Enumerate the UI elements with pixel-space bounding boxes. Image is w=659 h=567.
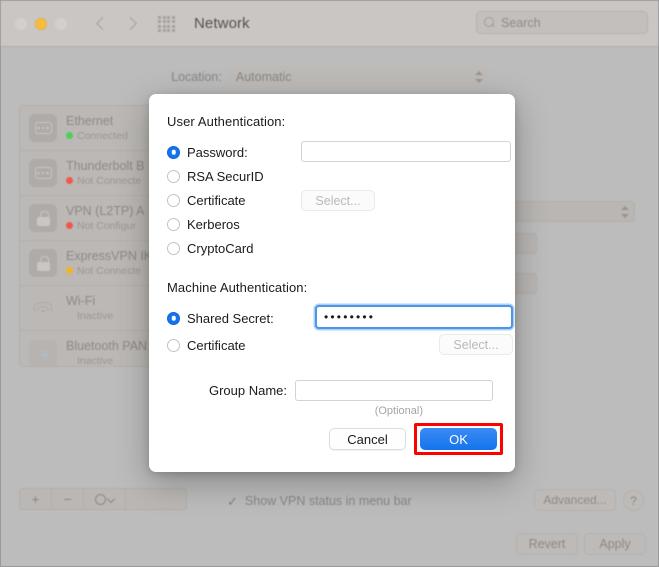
service-status: Inactive — [77, 355, 114, 367]
radio-label-password: Password: — [187, 144, 248, 160]
group-name-label: Group Name: — [208, 383, 287, 398]
service-status: Inactive — [77, 309, 114, 322]
shared-secret-value: •••••••• — [324, 310, 376, 324]
service-actions-group[interactable]: + − — [19, 488, 187, 510]
service-name: Bluetooth PAN — [66, 339, 148, 353]
search-icon — [484, 17, 495, 28]
service-status: Not Configur — [66, 219, 145, 233]
lock-icon — [29, 204, 57, 232]
status-dot — [66, 222, 73, 229]
lock-icon — [29, 249, 57, 277]
radio-label-shared-secret: Shared Secret: — [187, 310, 274, 326]
group-name-row: Group Name: — [167, 380, 495, 401]
bluetooth-icon: ♃ — [29, 339, 57, 366]
search-placeholder: Search — [501, 15, 541, 30]
page-title: Network — [194, 15, 250, 32]
user-authentication-title: User Authentication: — [167, 114, 286, 129]
minimize-button[interactable] — [35, 17, 47, 30]
checkmark-icon: ✓ — [227, 493, 238, 509]
select-certificate-machine-button[interactable]: Select... — [439, 334, 513, 355]
status-dot — [66, 132, 73, 139]
revert-button[interactable]: Revert — [516, 533, 578, 555]
password-input[interactable] — [301, 141, 511, 162]
radio-label-cryptocard: CryptoCard — [187, 240, 254, 256]
service-name: Wi-Fi — [66, 293, 96, 308]
gear-icon — [95, 493, 106, 505]
radio-certificate-user[interactable] — [167, 193, 180, 207]
navigation-arrows — [94, 17, 136, 31]
location-row: Location: Automatic — [1, 63, 658, 91]
back-arrow-icon[interactable] — [94, 17, 108, 31]
user-authentication-options: Password: RSA SecurID Certificate Select… — [167, 140, 511, 260]
group-name-optional-note: (Optional) — [374, 405, 423, 417]
location-label: Location: — [171, 70, 222, 84]
radio-kerberos[interactable] — [167, 217, 180, 231]
title-bar: Network Search — [1, 1, 658, 47]
radio-label-kerberos: Kerberos — [187, 216, 240, 232]
chevron-updown-icon — [474, 70, 483, 84]
radio-label-rsa-securid: RSA SecurID — [187, 168, 264, 184]
radio-row-cryptocard[interactable]: CryptoCard — [167, 236, 495, 260]
apply-button[interactable]: Apply — [584, 533, 646, 555]
service-action-menu-button[interactable] — [84, 489, 126, 509]
radio-row-certificate-machine[interactable]: Certificate Select... — [167, 332, 513, 358]
authentication-dialog: User Authentication: Password: RSA Secur… — [149, 94, 515, 472]
shared-secret-input[interactable]: •••••••• — [315, 305, 513, 329]
radio-row-certificate-user[interactable]: Certificate Select... — [167, 188, 495, 212]
radio-certificate-machine[interactable] — [167, 338, 180, 352]
chevron-down-icon — [108, 496, 114, 502]
select-certificate-user-button[interactable]: Select... — [301, 190, 375, 211]
search-input[interactable]: Search — [476, 11, 648, 34]
status-dot — [66, 177, 73, 184]
radio-rsa-securid[interactable] — [167, 169, 180, 183]
network-preferences-window: Network Search Location: Automatic Ether… — [0, 0, 659, 567]
close-button[interactable] — [15, 17, 27, 30]
traffic-lights — [15, 17, 67, 30]
radio-row-password[interactable]: Password: — [167, 140, 511, 164]
ethernet-icon — [29, 159, 57, 187]
radio-label-certificate-machine: Certificate — [187, 337, 246, 353]
machine-authentication-title: Machine Authentication: — [167, 280, 308, 295]
service-status: Connected — [66, 129, 128, 143]
radio-row-shared-secret[interactable]: Shared Secret: •••••••• — [167, 304, 513, 332]
add-service-button[interactable]: + — [20, 489, 52, 509]
wifi-icon — [29, 294, 57, 322]
service-name: Thunderbolt B — [66, 158, 145, 173]
group-name-input[interactable] — [295, 380, 493, 401]
vpn-status-label: Show VPN status in menu bar — [244, 494, 412, 508]
radio-shared-secret[interactable] — [167, 311, 180, 325]
radio-cryptocard[interactable] — [167, 241, 180, 255]
radio-row-kerberos[interactable]: Kerberos — [167, 212, 495, 236]
ethernet-icon — [29, 114, 57, 142]
location-dropdown[interactable]: Automatic — [229, 66, 488, 88]
help-button[interactable]: ? — [623, 490, 644, 511]
forward-arrow-icon[interactable] — [122, 17, 136, 31]
service-name: VPN (L2TP) A — [66, 203, 145, 218]
show-all-grid-icon[interactable] — [158, 15, 176, 32]
actions-filler — [126, 489, 186, 509]
advanced-button[interactable]: Advanced... — [534, 489, 616, 511]
machine-authentication-options: Shared Secret: •••••••• Certificate Sele… — [167, 304, 513, 358]
ok-button-wrapper: OK — [414, 423, 503, 455]
location-value: Automatic — [235, 70, 292, 84]
service-name: Ethernet — [66, 113, 114, 128]
service-name: ExpressVPN IK — [66, 248, 153, 263]
dialog-actions: Cancel OK — [329, 423, 503, 455]
radio-label-certificate-user: Certificate — [187, 192, 246, 208]
status-dot — [66, 267, 73, 274]
radio-password[interactable] — [167, 145, 180, 159]
remove-service-button[interactable]: − — [52, 489, 84, 509]
radio-row-rsa-securid[interactable]: RSA SecurID — [167, 164, 495, 188]
service-status: Not Connecte — [66, 174, 145, 188]
service-status: Not Connecte — [66, 264, 152, 278]
cancel-button[interactable]: Cancel — [329, 428, 406, 450]
zoom-button[interactable] — [55, 17, 67, 30]
vpn-status-checkbox[interactable]: ✓ Show VPN status in menu bar — [227, 494, 412, 508]
ok-button[interactable]: OK — [420, 428, 497, 450]
